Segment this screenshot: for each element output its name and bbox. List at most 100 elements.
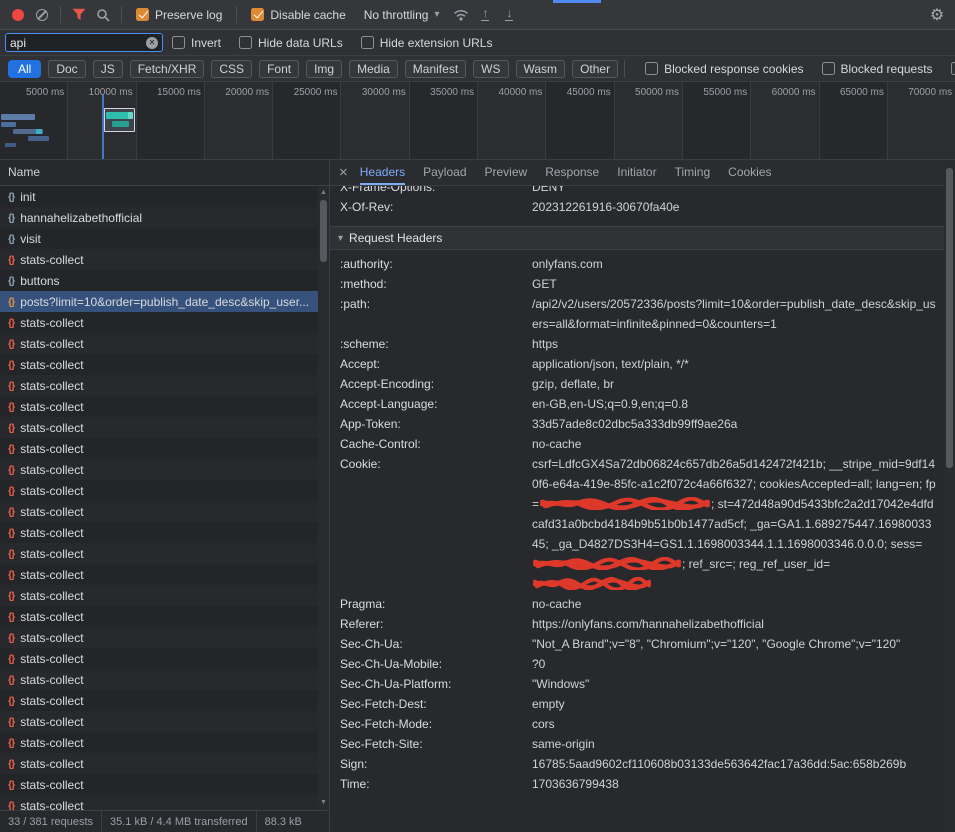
request-row[interactable]: stats-collect — [0, 648, 318, 669]
header-row: Accept-Language:en-GB,en-US;q=0.9,en;q=0… — [330, 394, 944, 414]
request-row[interactable]: buttons — [0, 270, 318, 291]
request-row[interactable]: stats-collect — [0, 480, 318, 501]
request-row[interactable]: stats-collect — [0, 354, 318, 375]
type-filter-chip[interactable]: Manifest — [405, 60, 466, 78]
request-row[interactable]: stats-collect — [0, 333, 318, 354]
export-har-button[interactable]: ↓ — [497, 4, 521, 26]
details-tab[interactable]: Timing — [675, 160, 711, 185]
request-name: stats-collect — [20, 400, 312, 414]
checkbox-label: Blocked response cookies — [664, 62, 803, 76]
details-tab[interactable]: Headers — [360, 160, 405, 185]
request-row[interactable]: init — [0, 186, 318, 207]
filter-input[interactable] — [10, 36, 146, 50]
requests-scrollbar[interactable]: ▲ ▼ — [318, 186, 329, 810]
request-row[interactable]: stats-collect — [0, 690, 318, 711]
json-file-icon — [8, 506, 14, 518]
disable-cache-checkbox[interactable]: Disable cache — [251, 8, 345, 22]
type-filter-chip[interactable]: Other — [572, 60, 618, 78]
filter-option-checkbox[interactable]: Hide data URLs — [239, 36, 343, 50]
timeline-column: 25000 ms — [273, 82, 341, 159]
throttling-dropdown[interactable]: No throttling ▾ — [364, 8, 440, 22]
advanced-filter-checkbox[interactable]: Blocked requests — [822, 62, 933, 76]
request-row[interactable]: stats-collect — [0, 669, 318, 690]
details-tab[interactable]: Initiator — [617, 160, 656, 185]
request-name: stats-collect — [20, 316, 312, 330]
close-details-icon[interactable]: × — [339, 165, 348, 180]
request-row[interactable]: posts?limit=10&order=publish_date_desc&s… — [0, 291, 318, 312]
request-row[interactable]: stats-collect — [0, 753, 318, 774]
request-name: stats-collect — [20, 358, 312, 372]
advanced-filter-checkbox[interactable]: 3rd-party requests — [951, 62, 955, 76]
type-filter-chip[interactable]: Doc — [48, 60, 85, 78]
scroll-up-icon[interactable]: ▲ — [318, 188, 329, 198]
request-row[interactable]: stats-collect — [0, 627, 318, 648]
timeline-overview[interactable]: 5000 ms 10000 ms 15000 ms 20000 ms 25000… — [0, 82, 955, 160]
search-button[interactable] — [91, 4, 115, 26]
request-row[interactable]: stats-collect — [0, 543, 318, 564]
request-name: stats-collect — [20, 694, 312, 708]
json-file-icon — [8, 632, 14, 644]
request-row[interactable]: stats-collect — [0, 564, 318, 585]
header-row: :path:/api2/v2/users/20572336/posts?limi… — [330, 294, 944, 334]
request-row[interactable]: stats-collect — [0, 732, 318, 753]
request-row[interactable]: stats-collect — [0, 312, 318, 333]
request-name: stats-collect — [20, 526, 312, 540]
type-filter-chip[interactable]: Wasm — [516, 60, 566, 78]
header-row: Sign:16785:5aad9602cf110608b03133de56364… — [330, 754, 944, 774]
type-filter-chip[interactable]: Img — [306, 60, 342, 78]
toolbar-divider — [236, 6, 237, 23]
scroll-down-icon[interactable]: ▼ — [318, 798, 329, 808]
details-tab[interactable]: Preview — [485, 160, 528, 185]
request-row[interactable]: stats-collect — [0, 711, 318, 732]
json-file-icon — [8, 464, 14, 476]
scrollbar-thumb[interactable] — [946, 168, 953, 468]
network-conditions-button[interactable] — [449, 4, 473, 26]
filter-toggle-button[interactable] — [67, 4, 91, 26]
type-filter-chip[interactable]: CSS — [211, 60, 252, 78]
requests-list: init hannahelizabethofficial visit stats… — [0, 186, 329, 810]
request-row[interactable]: visit — [0, 228, 318, 249]
preserve-log-checkbox[interactable]: Preserve log — [136, 8, 222, 22]
request-row[interactable]: stats-collect — [0, 774, 318, 795]
json-file-icon — [8, 338, 14, 350]
request-name: stats-collect — [20, 631, 312, 645]
request-name: stats-collect — [20, 778, 312, 792]
type-filter-chip[interactable]: Font — [259, 60, 299, 78]
type-filter-chip[interactable]: WS — [473, 60, 508, 78]
request-row[interactable]: stats-collect — [0, 606, 318, 627]
filter-option-checkbox[interactable]: Invert — [172, 36, 221, 50]
request-row[interactable]: stats-collect — [0, 585, 318, 606]
request-row[interactable]: stats-collect — [0, 438, 318, 459]
record-button[interactable] — [6, 4, 30, 26]
timeline-tick-label: 30000 ms — [362, 87, 406, 98]
request-row[interactable]: stats-collect — [0, 249, 318, 270]
filter-option-checkbox[interactable]: Hide extension URLs — [361, 36, 493, 50]
clear-filter-icon[interactable]: ✕ — [146, 37, 158, 49]
request-row[interactable]: stats-collect — [0, 417, 318, 438]
request-row[interactable]: stats-collect — [0, 375, 318, 396]
clear-requests-button[interactable] — [30, 4, 54, 26]
request-row[interactable]: stats-collect — [0, 522, 318, 543]
network-conditions-icon — [453, 9, 469, 21]
type-filter-chip[interactable]: Fetch/XHR — [130, 60, 205, 78]
request-row[interactable]: stats-collect — [0, 501, 318, 522]
request-row[interactable]: stats-collect — [0, 795, 318, 810]
advanced-filter-checkbox[interactable]: Blocked response cookies — [645, 62, 803, 76]
header-name: Sec-Ch-Ua-Mobile: — [340, 654, 532, 674]
type-filter-chip[interactable]: Media — [349, 60, 398, 78]
request-row[interactable]: stats-collect — [0, 459, 318, 480]
request-row[interactable]: stats-collect — [0, 396, 318, 417]
scrollbar-thumb[interactable] — [320, 200, 327, 262]
request-headers-section-header[interactable]: ▾ Request Headers — [330, 226, 944, 250]
type-filter-chip[interactable]: JS — [93, 60, 123, 78]
type-filter-chip[interactable]: All — [8, 60, 41, 78]
header-name: App-Token: — [340, 414, 532, 434]
details-tab[interactable]: Payload — [423, 160, 466, 185]
details-tab[interactable]: Cookies — [728, 160, 771, 185]
name-column-header[interactable]: Name — [0, 160, 329, 186]
import-har-button[interactable]: ↑ — [473, 4, 497, 26]
details-scrollbar[interactable] — [944, 160, 955, 832]
details-tab[interactable]: Response — [545, 160, 599, 185]
request-row[interactable]: hannahelizabethofficial — [0, 207, 318, 228]
settings-gear-icon[interactable]: ⚙ — [925, 4, 949, 26]
